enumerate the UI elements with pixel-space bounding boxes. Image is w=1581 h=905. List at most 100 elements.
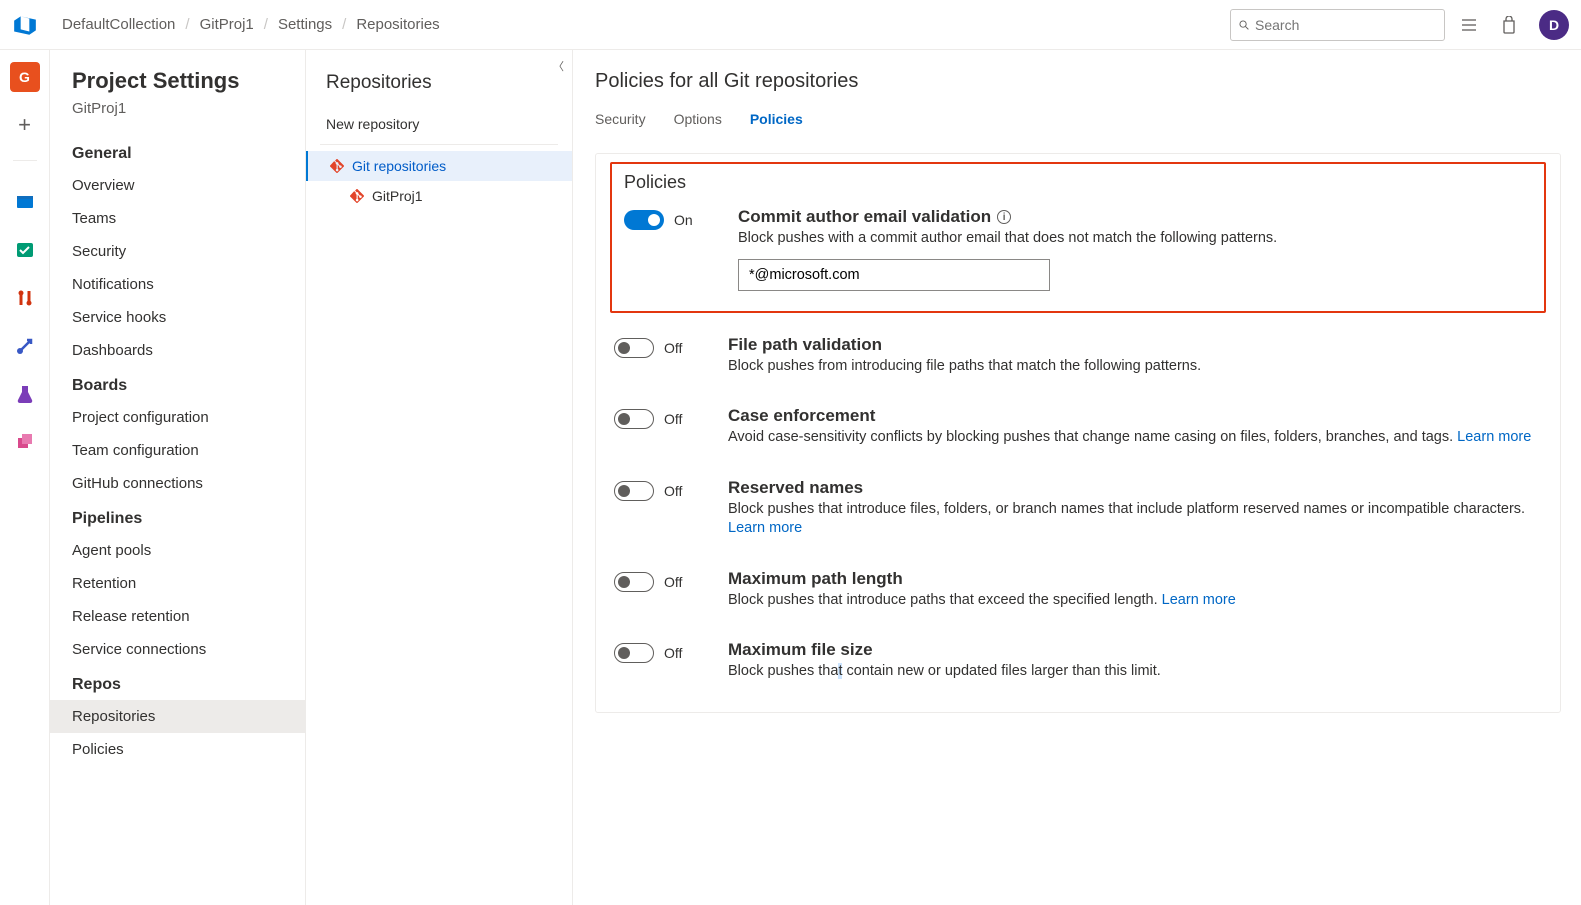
tab-security[interactable]: Security <box>595 111 646 133</box>
settings-item[interactable]: Release retention <box>50 600 305 633</box>
toggle-state-label: Off <box>664 645 682 661</box>
policy-title: Case enforcement <box>728 406 875 426</box>
policy-title: Commit author email validationi <box>738 207 1011 227</box>
settings-section-title: Repos <box>50 666 305 700</box>
breadcrumb-item[interactable]: GitProj1 <box>200 16 254 33</box>
repos-hub-icon[interactable] <box>10 283 40 313</box>
azure-devops-icon <box>12 12 38 38</box>
policy-title: Maximum file size <box>728 640 873 660</box>
collapse-panel-icon[interactable]: 〈 <box>553 58 564 74</box>
repo-tree-label: GitProj1 <box>372 188 423 204</box>
tab-options[interactable]: Options <box>674 111 722 133</box>
policy-description: Avoid case-sensitivity conflicts by bloc… <box>728 428 1531 448</box>
policy-pattern-input[interactable] <box>738 259 1050 291</box>
main-content: Policies for all Git repositories Securi… <box>573 50 1581 905</box>
pipelines-hub-icon[interactable] <box>10 331 40 361</box>
breadcrumb-item[interactable]: Settings <box>278 16 332 33</box>
toggle[interactable] <box>614 338 654 358</box>
add-button[interactable]: + <box>10 110 40 140</box>
settings-item[interactable]: Security <box>50 235 305 268</box>
settings-section-title: General <box>50 135 305 169</box>
policies-card-title: Policies <box>624 172 1532 193</box>
policy-description: Block pushes that contain new or updated… <box>728 662 1161 682</box>
settings-item[interactable]: Agent pools <box>50 534 305 567</box>
breadcrumb-sep: / <box>185 16 189 33</box>
policies-card: Policies On Commit author email validation… <box>595 153 1561 713</box>
repositories-column: 〈 Repositories New repository Git reposi… <box>306 50 573 905</box>
settings-item[interactable]: Service connections <box>50 633 305 666</box>
toggle[interactable] <box>614 481 654 501</box>
toggle-state-label: Off <box>664 411 682 427</box>
settings-item[interactable]: Retention <box>50 567 305 600</box>
toggle-state-label: Off <box>664 483 682 499</box>
settings-item[interactable]: Repositories <box>50 700 305 733</box>
policy-description: Block pushes from introducing file paths… <box>728 357 1201 377</box>
repo-tree-item[interactable]: Git repositories <box>306 151 572 181</box>
toggle[interactable] <box>614 643 654 663</box>
learn-more-link[interactable]: Learn more <box>1162 592 1236 608</box>
settings-item[interactable]: GitHub connections <box>50 467 305 500</box>
policy-description: Block pushes with a commit author email … <box>738 229 1277 249</box>
info-icon[interactable]: i <box>997 210 1011 224</box>
toggle[interactable] <box>614 572 654 592</box>
breadcrumb-item[interactable]: DefaultCollection <box>62 16 175 33</box>
repositories-heading: Repositories <box>306 72 572 108</box>
toggle-state-label: Off <box>664 340 682 356</box>
policy-description: Block pushes that introduce paths that e… <box>728 591 1236 611</box>
settings-item[interactable]: Team configuration <box>50 434 305 467</box>
breadcrumb: DefaultCollection / GitProj1 / Settings … <box>62 16 440 33</box>
settings-nav: Project Settings GitProj1 GeneralOvervie… <box>50 50 306 905</box>
project-tile[interactable]: G <box>10 62 40 92</box>
settings-item[interactable]: Policies <box>50 733 305 766</box>
toggle[interactable] <box>624 210 664 230</box>
repo-tree-item[interactable]: GitProj1 <box>306 181 572 211</box>
list-view-icon[interactable] <box>1453 9 1485 41</box>
breadcrumb-sep: / <box>264 16 268 33</box>
tab-policies[interactable]: Policies <box>750 111 803 133</box>
settings-item[interactable]: Service hooks <box>50 301 305 334</box>
testplans-hub-icon[interactable] <box>10 379 40 409</box>
settings-item[interactable]: Dashboards <box>50 334 305 367</box>
left-rail: G + <box>0 50 50 905</box>
settings-item[interactable]: Overview <box>50 169 305 202</box>
policy-row: On Commit author email validationiBlock p… <box>624 207 1532 291</box>
marketplace-icon[interactable] <box>1493 9 1525 41</box>
toggle[interactable] <box>614 409 654 429</box>
settings-item[interactable]: Notifications <box>50 268 305 301</box>
tabs: Security Options Policies <box>595 111 1561 133</box>
policy-row: Off Case enforcementAvoid case-sensitivit… <box>614 406 1542 448</box>
git-icon <box>330 159 344 173</box>
project-name: GitProj1 <box>50 100 305 135</box>
breadcrumb-item[interactable]: Repositories <box>356 16 439 33</box>
policy-description: Block pushes that introduce files, folde… <box>728 500 1542 539</box>
artifacts-hub-icon[interactable] <box>10 427 40 457</box>
settings-item[interactable]: Project configuration <box>50 401 305 434</box>
learn-more-link[interactable]: Learn more <box>728 520 802 536</box>
search-icon <box>1239 18 1249 32</box>
policy-title: File path validation <box>728 335 882 355</box>
settings-section-title: Boards <box>50 367 305 401</box>
settings-item[interactable]: Teams <box>50 202 305 235</box>
new-repository-button[interactable]: New repository <box>306 108 572 144</box>
highlighted-policy-box: Policies On Commit author email validation… <box>610 162 1546 313</box>
search-input[interactable] <box>1255 17 1436 33</box>
learn-more-link[interactable]: Learn more <box>1457 429 1531 445</box>
repo-tree-label: Git repositories <box>352 158 446 174</box>
product-logo[interactable] <box>12 12 38 38</box>
policy-title: Reserved names <box>728 478 863 498</box>
git-icon <box>350 189 364 203</box>
policy-row: Off File path validationBlock pushes from… <box>614 335 1542 377</box>
topbar: DefaultCollection / GitProj1 / Settings … <box>0 0 1581 50</box>
search-input-wrap[interactable] <box>1230 9 1445 41</box>
boards-hub-icon[interactable] <box>10 235 40 265</box>
overview-hub-icon[interactable] <box>10 187 40 217</box>
page-title: Project Settings <box>50 68 305 100</box>
breadcrumb-sep: / <box>342 16 346 33</box>
toggle-state-label: On <box>674 212 693 228</box>
toggle-state-label: Off <box>664 574 682 590</box>
avatar[interactable]: D <box>1539 10 1569 40</box>
policy-title: Maximum path length <box>728 569 903 589</box>
settings-section-title: Pipelines <box>50 500 305 534</box>
policy-row: Off Maximum file sizeBlock pushes that co… <box>614 640 1542 682</box>
policy-row: Off Maximum path lengthBlock pushes that … <box>614 569 1542 611</box>
